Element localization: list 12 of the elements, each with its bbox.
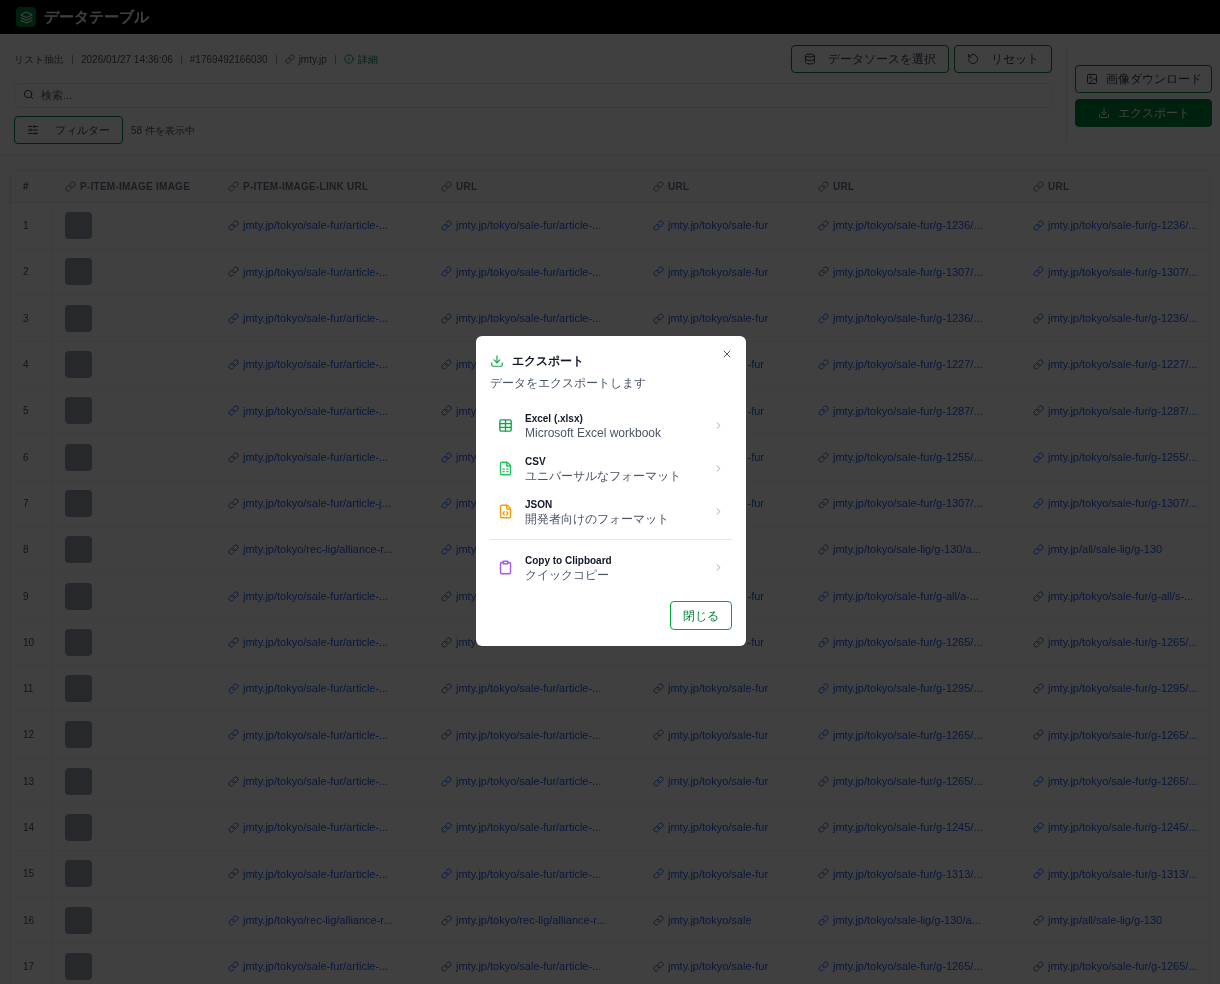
export-option[interactable]: JSON 開発者向けのフォーマット xyxy=(490,490,732,533)
export-option[interactable]: CSV ユニバーサルなフォーマット xyxy=(490,447,732,490)
dialog-title: エクスポート xyxy=(512,353,584,370)
close-icon[interactable] xyxy=(721,348,733,360)
close-button[interactable]: 閉じる xyxy=(670,601,732,630)
dialog-subtitle: データをエクスポートします xyxy=(490,375,647,392)
export-option[interactable]: Excel (.xlsx) Microsoft Excel workbook xyxy=(490,404,732,447)
export-option[interactable]: Copy to Clipboard クイックコピー xyxy=(490,546,732,589)
download-icon xyxy=(490,354,504,368)
app-title: データテーブル xyxy=(44,6,149,27)
chevron-right-icon xyxy=(713,506,724,517)
column-header: # xyxy=(23,180,29,194)
